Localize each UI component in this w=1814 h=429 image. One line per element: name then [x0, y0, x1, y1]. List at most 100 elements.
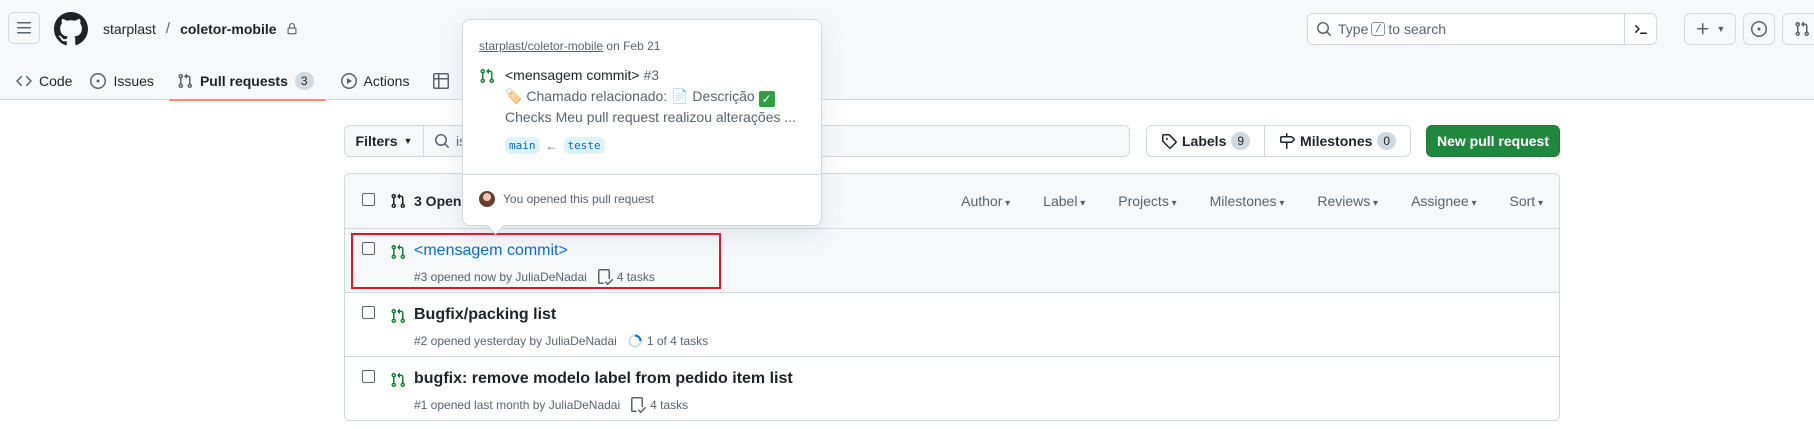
labels-milestones-group: Labels 9 Milestones 0 [1146, 125, 1412, 157]
tab-projects[interactable] [424, 62, 458, 100]
hovercard-title-text: <mensagem commit> [505, 67, 640, 83]
git-pull-request-icon [1795, 21, 1810, 37]
hovercard-footer-text: You opened this pull request [503, 192, 655, 206]
base-branch: main [505, 137, 540, 154]
labels-label: Labels [1182, 133, 1227, 149]
projects-menu[interactable]: Projects [1118, 193, 1176, 209]
open-count-label: 3 Open [414, 193, 462, 209]
pr-hovercard: starplast/coletor-mobile on Feb 21 <mens… [462, 19, 822, 226]
pr-meta: #1 opened last month by JuliaDeNadai 4 t… [414, 397, 688, 413]
pull-requests-button[interactable] [1782, 13, 1814, 45]
issue-opened-icon [1751, 21, 1767, 37]
avatar [479, 191, 495, 207]
issue-opened-icon [90, 73, 107, 89]
list-item[interactable]: Bugfix/packing list #2 opened yesterday … [345, 293, 1559, 357]
plus-icon [1696, 23, 1709, 35]
tab-actions[interactable]: Actions [332, 62, 419, 100]
repo-nav: Code Issues Pull requests 3 Actions [0, 62, 458, 101]
label-menu[interactable]: Label [1043, 193, 1085, 209]
search-placeholder-prefix: Type [1338, 21, 1369, 37]
tab-label: Pull requests [199, 73, 288, 89]
tag-icon [1162, 134, 1177, 149]
page-facing-up-icon: 📄 [671, 88, 689, 104]
label-tag-icon: 🏷️ [505, 88, 523, 104]
labels-counter: 9 [1231, 132, 1251, 150]
hovercard-body-line-1: 🏷️ Chamado relacionado: 📄 Descrição ✓ [505, 88, 775, 107]
pr-title-link[interactable]: Bugfix/packing list [414, 306, 556, 324]
tab-label: Actions [363, 73, 410, 89]
hovercard-line1b: Descrição [692, 88, 755, 104]
milestone-icon [1280, 133, 1296, 149]
reviews-menu[interactable]: Reviews [1317, 193, 1378, 209]
hovercard-number: #3 [643, 67, 660, 83]
tab-code[interactable]: Code [0, 62, 81, 100]
tab-pull-requests[interactable]: Pull requests 3 [168, 62, 326, 101]
author-menu[interactable]: Author [961, 193, 1010, 209]
repo-link[interactable]: coletor-mobile [180, 21, 276, 37]
hovercard-branches: main ← teste [505, 137, 605, 154]
tab-label: Issues [113, 73, 154, 89]
pr-meta: #2 opened yesterday by JuliaDeNadai 1 of… [414, 333, 708, 349]
search-icon [1317, 22, 1332, 37]
milestones-button[interactable]: Milestones 0 [1264, 126, 1410, 156]
breadcrumb: starplast / coletor-mobile [103, 20, 298, 37]
open-filter[interactable]: 3 Open [390, 193, 461, 209]
git-pull-request-open-icon [391, 308, 406, 324]
git-pull-request-open-icon [391, 372, 406, 388]
sort-menu[interactable]: Sort [1510, 193, 1544, 209]
code-icon [16, 75, 32, 87]
create-new-button[interactable]: ▼ [1684, 13, 1736, 45]
highlight-box [351, 233, 721, 289]
breadcrumb-separator: / [165, 20, 171, 37]
table-icon [433, 73, 450, 89]
labels-button[interactable]: Labels 9 [1147, 126, 1264, 156]
sort-menus: Author Label Projects Milestones Reviews… [961, 193, 1543, 209]
progress-circle-icon [628, 334, 642, 348]
row-checkbox[interactable] [362, 370, 375, 383]
hamburger-icon [17, 22, 31, 34]
milestones-menu[interactable]: Milestones [1210, 193, 1285, 209]
search-placeholder-suffix: to search [1388, 21, 1446, 37]
checklist-icon [631, 397, 647, 413]
row-checkbox[interactable] [362, 306, 375, 319]
owner-link[interactable]: starplast [103, 21, 156, 37]
search-shortcut-key: / [1371, 22, 1386, 36]
filters-dropdown-button[interactable]: Filters ▼ [344, 125, 424, 157]
global-search-input[interactable]: Type / to search [1307, 13, 1657, 45]
filters-label: Filters [355, 133, 398, 149]
check-mark-icon: ✓ [758, 91, 775, 107]
hovercard-line2: Checks Meu pull request realizou alteraç… [505, 109, 797, 125]
hovercard-line1: Chamado relacionado: [526, 88, 668, 104]
hovercard-footer: You opened this pull request [479, 191, 654, 207]
search-icon [435, 134, 450, 149]
new-pull-request-button[interactable]: New pull request [1426, 125, 1560, 157]
assignee-menu[interactable]: Assignee [1411, 193, 1476, 209]
pr-tasks: 1 of 4 tasks [646, 334, 709, 348]
command-palette-icon[interactable] [1624, 13, 1656, 45]
pr-title-link[interactable]: bugfix: remove modelo label from pedido … [414, 370, 793, 388]
pr-meta-text: #2 opened yesterday by JuliaDeNadai [414, 334, 617, 348]
issues-button[interactable] [1743, 13, 1775, 45]
chevron-down-icon: ▼ [403, 136, 413, 146]
hovercard-divider [463, 174, 821, 175]
tab-issues[interactable]: Issues [81, 62, 162, 100]
hovercard-title[interactable]: <mensagem commit> #3 [505, 67, 659, 83]
hovercard-repo-link[interactable]: starplast/coletor-mobile [479, 39, 603, 53]
milestones-label: Milestones [1300, 133, 1373, 149]
play-icon [340, 73, 357, 89]
milestones-counter: 0 [1377, 132, 1397, 150]
global-header: starplast / coletor-mobile Type / to sea… [0, 0, 1814, 101]
lock-icon [287, 22, 297, 34]
hovercard-repo: starplast/coletor-mobile on Feb 21 [479, 39, 660, 53]
list-item[interactable]: bugfix: remove modelo label from pedido … [345, 357, 1559, 420]
head-branch: teste [563, 137, 605, 154]
git-pull-request-icon [178, 73, 192, 89]
chevron-down-icon: ▼ [1716, 24, 1726, 34]
menu-button[interactable] [8, 12, 40, 44]
hovercard-date: on Feb 21 [606, 39, 661, 53]
pr-meta-text: #1 opened last month by JuliaDeNadai [414, 398, 621, 412]
select-all-checkbox[interactable] [362, 193, 375, 206]
github-logo-icon[interactable] [54, 12, 88, 46]
branch-arrow: ← [545, 138, 558, 153]
tab-label: Code [39, 73, 73, 89]
